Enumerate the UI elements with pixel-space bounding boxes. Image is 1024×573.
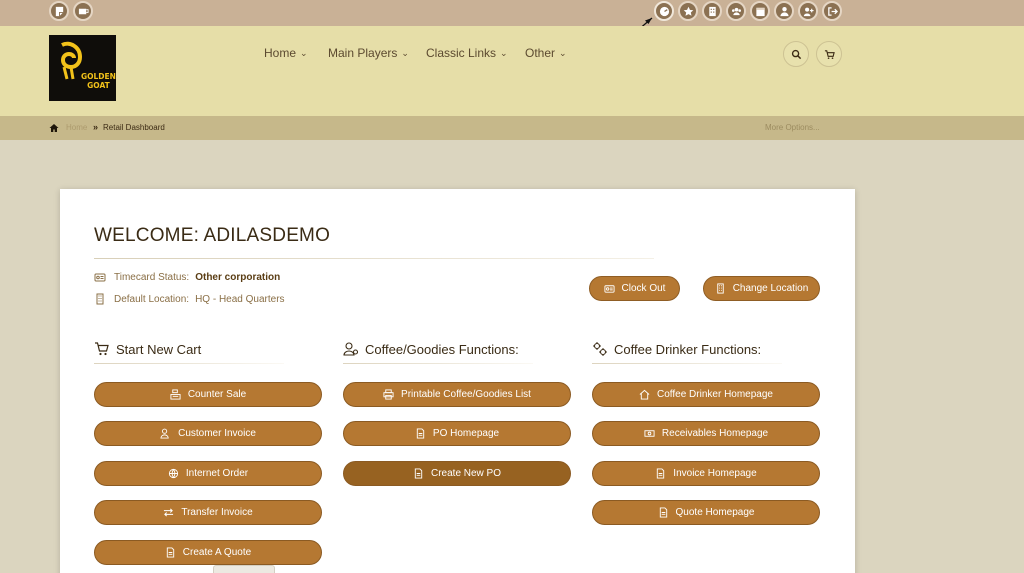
notes-button[interactable] — [49, 1, 69, 21]
location-value: HQ - Head Quarters — [195, 293, 285, 305]
breadcrumb-separator: » — [93, 122, 99, 132]
gears-icon — [593, 342, 607, 356]
globe-icon — [168, 468, 178, 479]
section-title: Start New Cart — [116, 341, 202, 357]
transfer-invoice-button[interactable]: Transfer Invoice — [94, 500, 322, 525]
section-divider — [94, 363, 284, 364]
document-icon — [166, 547, 174, 558]
users-icon — [731, 7, 741, 15]
printer-icon — [383, 389, 394, 400]
building-icon — [716, 283, 724, 294]
star-icon — [683, 6, 693, 16]
receivables-homepage-button[interactable]: Receivables Homepage — [592, 421, 820, 446]
search-button[interactable] — [783, 41, 809, 67]
brand-logo[interactable]: GOLDEN GOAT — [49, 35, 116, 101]
printable-list-button[interactable]: Printable Coffee/Goodies List — [343, 382, 571, 407]
po-homepage-button[interactable]: PO Homepage — [343, 421, 571, 446]
site-header: GOLDEN GOAT Home ⌄ Main Players ⌄ Classic … — [0, 26, 1024, 116]
goat-icon — [60, 41, 83, 80]
cash-register-icon — [170, 389, 181, 400]
nav-main-players[interactable]: Main Players ⌄ — [328, 46, 409, 60]
add-user-button[interactable] — [798, 1, 818, 21]
section-title: Coffee/Goodies Functions: — [365, 341, 519, 357]
nav-other[interactable]: Other ⌄ — [525, 46, 567, 60]
document-icon — [414, 468, 423, 479]
coffee-icon — [78, 8, 89, 14]
chevron-down-icon: ⌄ — [500, 47, 508, 58]
logout-icon — [827, 6, 838, 16]
invoice-homepage-button[interactable]: Invoice Homepage — [592, 461, 820, 486]
breadcrumb: Home » Retail Dashboard More Options... — [0, 116, 1024, 140]
favorites-button[interactable] — [678, 1, 698, 21]
calendar-button[interactable] — [750, 1, 770, 21]
clock-out-button[interactable]: Clock Out — [589, 276, 680, 301]
cart-icon — [95, 342, 109, 356]
money-icon — [644, 430, 655, 437]
page-title: WELCOME: ADILASDEMO — [94, 225, 331, 246]
document-icon — [659, 507, 667, 518]
transfer-arrows-icon — [164, 508, 174, 517]
timecard-status: Timecard Status: Other corporation — [94, 271, 280, 283]
breadcrumb-current: Retail Dashboard — [103, 123, 165, 132]
section-start-new-cart: Start New Cart — [94, 341, 201, 357]
change-location-button[interactable]: Change Location — [703, 276, 820, 301]
customer-invoice-button[interactable]: Customer Invoice — [94, 421, 322, 446]
section-coffee-drinker: Coffee Drinker Functions: — [592, 341, 761, 357]
more-options-link[interactable]: More Options... — [765, 123, 820, 132]
tooltip-stub — [213, 565, 275, 573]
user-icon — [160, 428, 169, 439]
notes-icon — [55, 6, 63, 16]
section-divider — [592, 363, 782, 364]
house-icon — [639, 389, 650, 400]
section-coffee-goodies: Coffee/Goodies Functions: — [343, 341, 519, 357]
timecard-value: Other corporation — [195, 271, 281, 283]
timecard-icon — [94, 273, 106, 282]
coffee-button[interactable] — [73, 1, 93, 21]
document-icon — [657, 468, 665, 479]
cart-icon — [824, 49, 835, 59]
timecard-label: Timecard Status: — [114, 271, 190, 283]
chevron-down-icon: ⌄ — [401, 47, 409, 58]
default-location: Default Location: HQ - Head Quarters — [94, 293, 285, 305]
section-title: Coffee Drinker Functions: — [614, 341, 762, 357]
location-label: Default Location: — [114, 293, 190, 305]
create-new-po-button[interactable]: Create New PO — [343, 461, 571, 486]
chevron-down-icon: ⌄ — [300, 47, 308, 58]
user-icon — [779, 6, 789, 16]
home-icon[interactable] — [49, 123, 59, 133]
building-icon — [96, 293, 104, 305]
profile-button[interactable] — [774, 1, 794, 21]
nav-home[interactable]: Home ⌄ — [264, 46, 308, 60]
chevron-down-icon: ⌄ — [559, 47, 567, 58]
top-toolbar — [0, 0, 1024, 26]
nav-classic-links[interactable]: Classic Links ⌄ — [426, 46, 508, 60]
cart-button[interactable] — [816, 41, 842, 67]
internet-order-button[interactable]: Internet Order — [94, 461, 322, 486]
logout-button[interactable] — [822, 1, 842, 21]
users-gear-icon — [343, 342, 359, 356]
search-icon — [791, 49, 801, 59]
breadcrumb-home-link[interactable]: Home — [66, 123, 87, 132]
coffee-drinker-homepage-button[interactable]: Coffee Drinker Homepage — [592, 382, 820, 407]
users-button[interactable] — [726, 1, 746, 21]
dashboard-icon — [659, 6, 669, 16]
quote-homepage-button[interactable]: Quote Homepage — [592, 500, 820, 525]
title-divider — [94, 258, 654, 259]
calendar-icon — [755, 7, 765, 16]
building-icon — [708, 6, 716, 16]
add-user-icon — [803, 7, 814, 16]
document-icon — [416, 428, 425, 439]
timecard-icon — [604, 285, 615, 293]
create-quote-button[interactable]: Create A Quote — [94, 540, 322, 565]
counter-sale-button[interactable]: Counter Sale — [94, 382, 322, 407]
building-button[interactable] — [702, 1, 722, 21]
brand-wordmark: GOLDEN GOAT — [81, 72, 116, 90]
section-divider — [343, 363, 533, 364]
